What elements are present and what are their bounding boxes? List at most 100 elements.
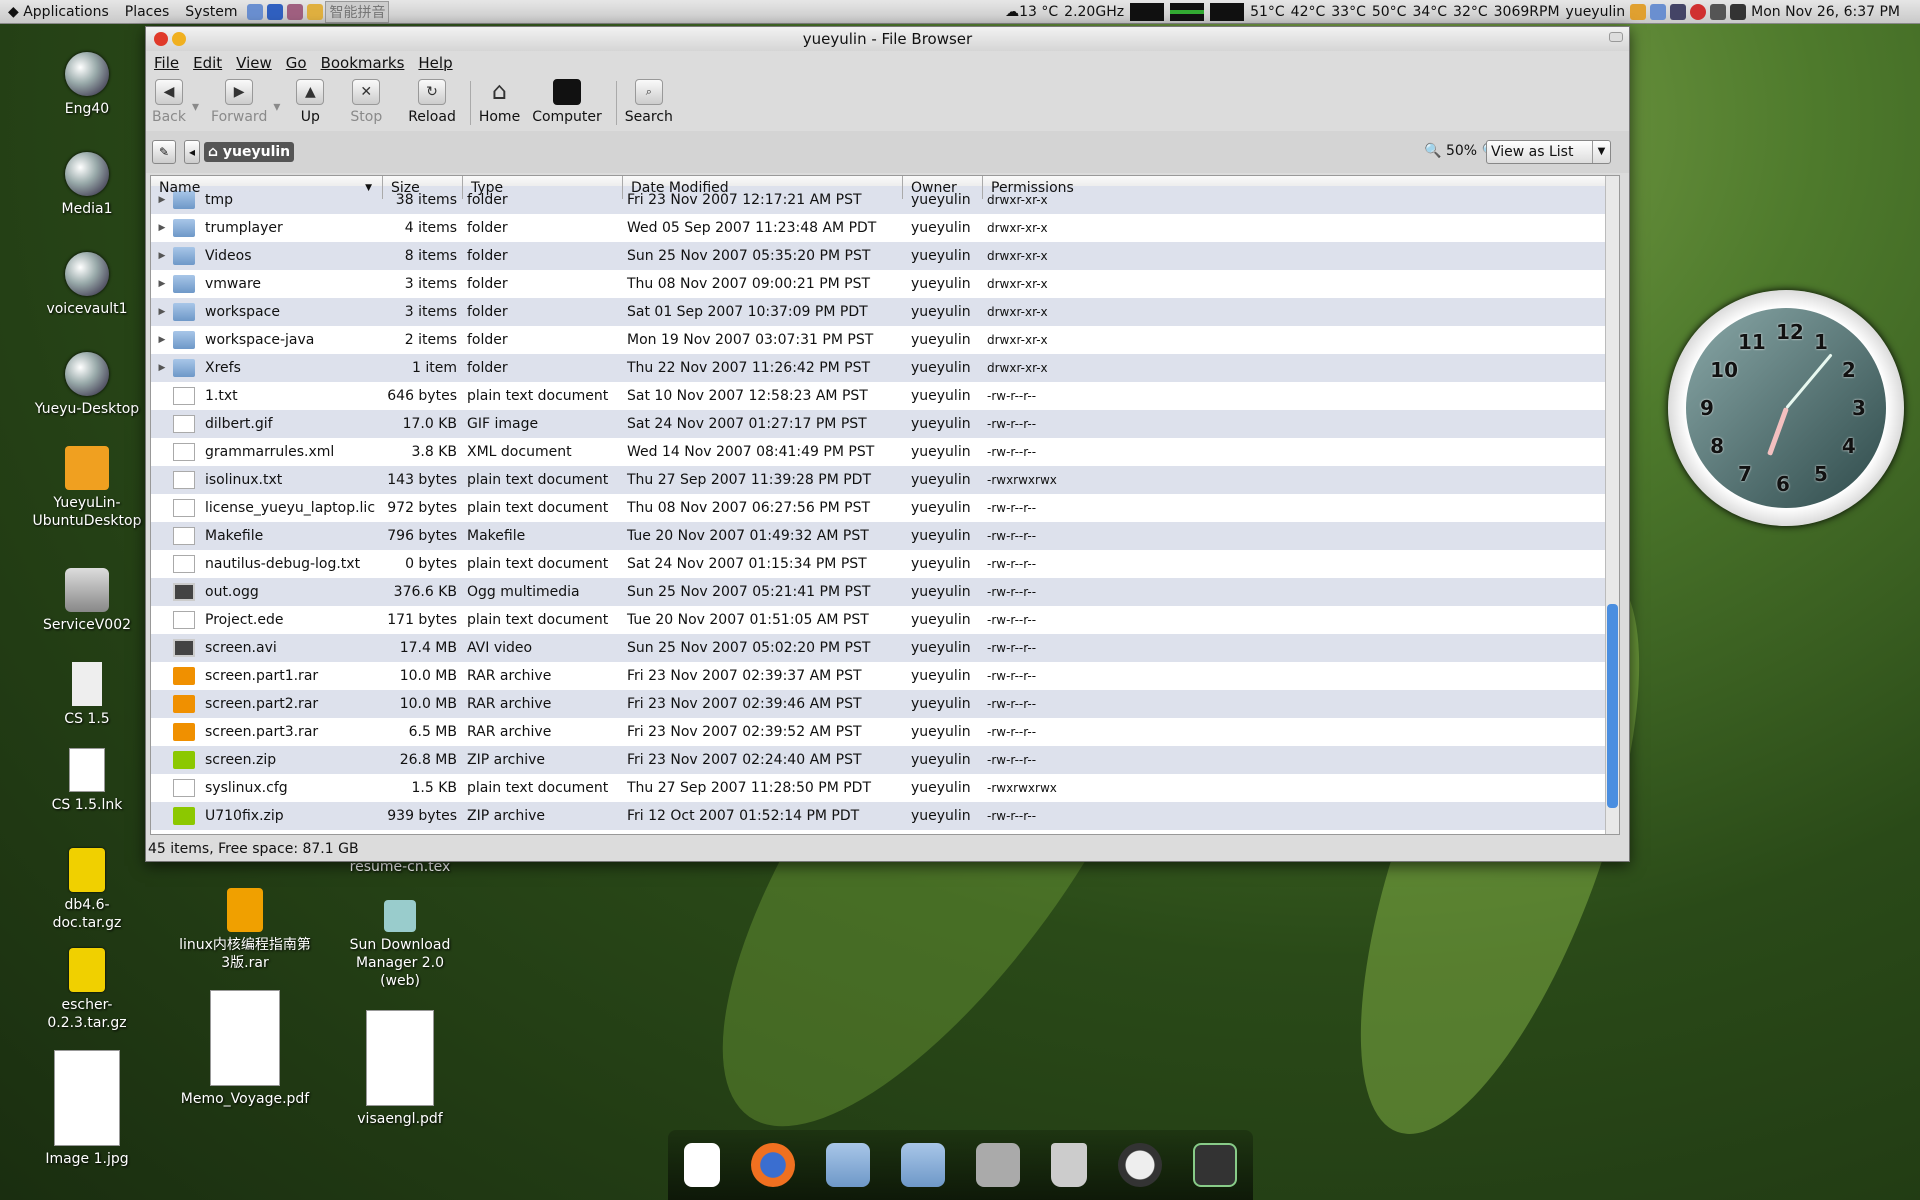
network-icon[interactable] [1630, 3, 1647, 20]
stop-button[interactable]: ✕ Stop [350, 75, 382, 125]
stop-icon[interactable] [1690, 3, 1707, 20]
home-button[interactable]: ⌂ Home [479, 75, 520, 125]
table-row[interactable]: Project.ede 171 bytes plain text document T… [151, 606, 1619, 634]
expander-icon[interactable]: ▶ [151, 307, 173, 317]
file-name: syslinux.cfg [205, 780, 288, 796]
expander-icon[interactable]: ▶ [151, 335, 173, 345]
clock-text[interactable]: Mon Nov 26, 6:37 PM [1748, 4, 1920, 20]
table-row[interactable]: screen.part3.rar 6.5 MB RAR archive Fri 23 … [151, 718, 1619, 746]
table-row[interactable]: license_yueyu_laptop.lic 972 bytes plain t… [151, 494, 1619, 522]
table-row[interactable]: isolinux.txt 143 bytes plain text document… [151, 466, 1619, 494]
column-name[interactable]: Name ▼ [151, 176, 383, 199]
desktop-icon-yueyu-desktop[interactable]: Yueyu-Desktop [32, 352, 142, 418]
file-icon [173, 499, 195, 517]
launcher-icon[interactable] [307, 3, 324, 20]
back-history-dropdown[interactable]: ▾ [192, 75, 199, 115]
table-row[interactable]: ▶ vmware 3 items folder Thu 08 Nov 2007 09:0… [151, 270, 1619, 298]
table-row[interactable]: screen.part1.rar 10.0 MB RAR archive Fri 23… [151, 662, 1619, 690]
minimize-button[interactable] [172, 32, 186, 46]
power-icon[interactable] [1118, 1143, 1163, 1187]
icon-label: Media1 [61, 201, 113, 217]
table-row[interactable]: ▶ workspace-java 2 items folder Mon 19 Nov 2… [151, 326, 1619, 354]
document-icon[interactable] [683, 1143, 720, 1187]
vertical-scrollbar[interactable] [1605, 176, 1619, 834]
maximize-button[interactable] [1609, 32, 1623, 42]
table-row[interactable]: screen.part2.rar 10.0 MB RAR archive Fri 23… [151, 690, 1619, 718]
desktop-icon-eng40[interactable]: Eng40 [32, 52, 142, 118]
window-titlebar[interactable]: yueyulin - File Browser [146, 27, 1629, 51]
desktop-icon-escher[interactable]: escher-0.2.3.tar.gz [32, 948, 142, 1032]
desktop-icon-ubuntudesktop[interactable]: YueyuLin-UbuntuDesktop [32, 446, 142, 530]
menu-edit[interactable]: Edit [193, 54, 222, 72]
forward-button[interactable]: ▶ Forward [211, 75, 267, 125]
menu-places[interactable]: Places [117, 4, 178, 20]
signal-icon[interactable] [1710, 3, 1727, 20]
table-row[interactable]: ▶ Xrefs 1 item folder Thu 22 Nov 2007 11:26:… [151, 354, 1619, 382]
clock-widget[interactable]: 12 1 2 3 4 5 6 7 8 9 10 11 [1668, 290, 1904, 526]
table-row[interactable]: screen.avi 17.4 MB AVI video Sun 25 Nov 200… [151, 634, 1619, 662]
edit-location-button[interactable]: ✎ [152, 140, 176, 164]
desktop-icon-sun-dm[interactable]: Sun Download Manager 2.0 (web) [345, 900, 455, 990]
table-row[interactable]: nautilus-debug-log.txt 0 bytes plain text … [151, 550, 1619, 578]
menu-view[interactable]: View [236, 54, 272, 72]
menu-go[interactable]: Go [286, 54, 307, 72]
path-back-button[interactable]: ◂ [184, 140, 200, 164]
cell-permissions: drwxr-xr-x [987, 333, 1048, 347]
table-row[interactable]: U710fix.zip 939 bytes ZIP archive Fri 12 Oc… [151, 802, 1619, 830]
table-row[interactable]: screen.zip 26.8 MB ZIP archive Fri 23 Nov 2… [151, 746, 1619, 774]
desktop-icon-image1[interactable]: Image 1.jpg [32, 1050, 142, 1168]
table-row[interactable]: dilbert.gif 17.0 KB GIF image Sat 24 Nov 20… [151, 410, 1619, 438]
menu-help[interactable]: Help [418, 54, 452, 72]
back-button[interactable]: ◀ Back [152, 75, 186, 125]
desktop-icon-db46[interactable]: db4.6-doc.tar.gz [32, 848, 142, 932]
table-row[interactable]: ▶ trumplayer 4 items folder Wed 05 Sep 2007 … [151, 214, 1619, 242]
desktop-icon-memo-voyage[interactable]: Memo_Voyage.pdf [175, 990, 315, 1108]
launcher-icon[interactable] [247, 3, 264, 20]
zoom-out-icon[interactable]: 🔍 [1424, 143, 1441, 159]
table-row[interactable]: grammarrules.xml 3.8 KB XML document Wed 14… [151, 438, 1619, 466]
desktop-icon-linux-rar[interactable]: linux内核编程指南第3版.rar [175, 888, 315, 972]
user-icon[interactable] [1650, 3, 1667, 20]
expander-icon[interactable]: ▶ [151, 363, 173, 373]
bluetooth-icon[interactable] [1670, 3, 1687, 20]
desktop-icon-servicev002[interactable]: ServiceV002 [32, 568, 142, 634]
help-icon[interactable] [267, 3, 284, 20]
trash-icon[interactable] [1051, 1143, 1088, 1187]
computer-button[interactable]: Computer [532, 75, 602, 125]
folder-icon[interactable] [900, 1143, 945, 1187]
volume-icon[interactable] [1730, 3, 1747, 20]
drawer-icon[interactable] [976, 1143, 1021, 1187]
expander-icon[interactable]: ▶ [151, 279, 173, 289]
desktop-icon-cs15-lnk[interactable]: CS 1.5.lnk [32, 748, 142, 814]
expander-icon[interactable]: ▶ [151, 223, 173, 233]
table-row[interactable]: syslinux.cfg 1.5 KB plain text document Thu… [151, 774, 1619, 802]
desktop-icon-visaengl[interactable]: visaengl.pdf [345, 1010, 455, 1128]
terminal-icon[interactable] [1193, 1143, 1238, 1187]
panel-user[interactable]: yueyulin [1563, 4, 1629, 20]
expander-icon[interactable]: ▶ [151, 251, 173, 261]
scrollbar-thumb[interactable] [1607, 603, 1618, 808]
view-mode-select[interactable]: View as List ▼ [1486, 140, 1611, 164]
desktop-icon-cs15[interactable]: CS 1.5 [32, 662, 142, 728]
folder-icon[interactable] [825, 1143, 870, 1187]
reload-button[interactable]: ↻ Reload [408, 75, 456, 125]
menu-applications[interactable]: ◆ Applications [0, 4, 117, 20]
search-button[interactable]: ⌕ Search [625, 75, 673, 125]
table-row[interactable]: Makefile 796 bytes Makefile Tue 20 Nov 2007… [151, 522, 1619, 550]
menu-file[interactable]: File [154, 54, 179, 72]
firefox-icon[interactable] [750, 1143, 795, 1187]
desktop-icon-voicevault1[interactable]: voicevault1 [32, 252, 142, 318]
table-row[interactable]: ▶ Videos 8 items folder Sun 25 Nov 2007 05:3… [151, 242, 1619, 270]
close-button[interactable] [154, 32, 168, 46]
table-row[interactable]: out.ogg 376.6 KB Ogg multimedia Sun 25 Nov … [151, 578, 1619, 606]
forward-history-dropdown[interactable]: ▾ [273, 75, 280, 115]
menu-system[interactable]: System [177, 4, 245, 20]
launcher-icon[interactable] [287, 3, 304, 20]
table-row[interactable]: 1.txt 646 bytes plain text document Sat 10 … [151, 382, 1619, 410]
desktop-icon-media1[interactable]: Media1 [32, 152, 142, 218]
menu-bookmarks[interactable]: Bookmarks [321, 54, 405, 72]
ime-indicator[interactable]: 智能拼音 [325, 0, 390, 23]
breadcrumb-home[interactable]: ⌂ yueyulin [204, 142, 295, 162]
up-button[interactable]: ▲ Up [296, 75, 325, 125]
table-row[interactable]: ▶ workspace 3 items folder Sat 01 Sep 2007 1… [151, 298, 1619, 326]
